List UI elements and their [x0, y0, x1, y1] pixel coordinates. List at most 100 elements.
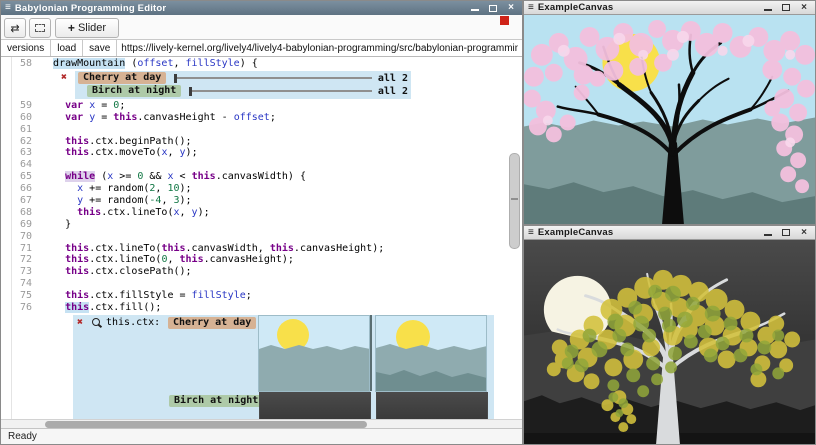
- code-line[interactable]: 61: [1, 124, 522, 136]
- code-line[interactable]: 74: [1, 278, 522, 290]
- maximize-icon[interactable]: [488, 3, 498, 13]
- editor-window-title: Babylonian Programming Editor: [15, 3, 166, 14]
- versions-button[interactable]: versions: [1, 40, 51, 56]
- code-block: 59 var x = 0;60 var y = this.canvasHeigh…: [1, 100, 522, 314]
- line-number: 71: [1, 243, 41, 255]
- minimize-icon[interactable]: [763, 3, 773, 13]
- slider-track: [192, 90, 372, 92]
- code-line[interactable]: 75 this.ctx.fillStyle = fillStyle;: [1, 290, 522, 302]
- code-line[interactable]: 66 x += random(2, 10);: [1, 183, 522, 195]
- probe-badge-cherry[interactable]: Cherry at day: [168, 317, 256, 329]
- minimize-icon[interactable]: [763, 228, 773, 238]
- example-slider-birch[interactable]: [189, 87, 372, 96]
- probe-canvas-night-2: [376, 392, 488, 419]
- probe-canvas-day-1: [258, 315, 370, 392]
- probe-canvas-night-1: [259, 392, 371, 419]
- add-slider-label: Slider: [78, 22, 106, 34]
- line-number: 68: [1, 207, 41, 219]
- horizontal-scrollbar-thumb[interactable]: [45, 421, 367, 428]
- line-number: 74: [1, 278, 41, 290]
- thumb-night-sky: [260, 393, 371, 419]
- thumb-mountain: [259, 345, 370, 392]
- example-canvas-window-day: ≡ ExampleCanvas ×: [523, 0, 816, 225]
- selection-button[interactable]: [29, 18, 51, 38]
- example-row-birch: Birch at night all 2: [78, 85, 408, 98]
- canvas-window-title: ExampleCanvas: [538, 227, 613, 238]
- code-line[interactable]: 60 var y = this.canvasHeight - offset;: [1, 112, 522, 124]
- code-line[interactable]: 63 this.ctx.moveTo(x, y);: [1, 147, 522, 159]
- line-number: 60: [1, 112, 41, 124]
- code-line[interactable]: 67 y += random(-4, 3);: [1, 195, 522, 207]
- code-line[interactable]: 73 this.ctx.closePath();: [1, 266, 522, 278]
- editor-window: ≡ Babylonian Programming Editor × ⇄ + Sl…: [0, 0, 523, 445]
- birch-night-canvas: [524, 240, 815, 444]
- load-button[interactable]: load: [51, 40, 83, 56]
- close-icon[interactable]: ×: [506, 3, 516, 13]
- selection-icon: [35, 24, 45, 32]
- canvas-titlebar[interactable]: ≡ ExampleCanvas ×: [524, 1, 815, 15]
- error-indicator-badge: [500, 16, 509, 25]
- code-block: 58 drawMountain (offset, fillStyle) {: [1, 58, 522, 70]
- code-editor[interactable]: 58 drawMountain (offset, fillStyle) { ✖ …: [1, 57, 522, 419]
- editor-titlebar[interactable]: ≡ Babylonian Programming Editor ×: [1, 1, 522, 15]
- remove-probe-icon[interactable]: ✖: [77, 317, 83, 328]
- maximize-icon[interactable]: [781, 228, 791, 238]
- code-line[interactable]: 58 drawMountain (offset, fillStyle) {: [1, 58, 522, 70]
- example-badge-birch[interactable]: Birch at night: [87, 85, 181, 97]
- line-number: 62: [1, 136, 41, 148]
- horizontal-scrollbar[interactable]: [1, 419, 522, 428]
- window-controls: ×: [470, 3, 522, 13]
- code-line[interactable]: 59 var x = 0;: [1, 100, 522, 112]
- probe-expression: this.ctx:: [106, 317, 160, 328]
- cherry-day-canvas: [524, 15, 815, 224]
- example-slider-cherry[interactable]: [174, 74, 372, 83]
- add-slider-button[interactable]: + Slider: [55, 18, 119, 38]
- probe-badge-birch[interactable]: Birch at night: [169, 395, 263, 407]
- canvas-titlebar[interactable]: ≡ ExampleCanvas ×: [524, 226, 815, 240]
- code-line[interactable]: 72 this.ctx.lineTo(0, this.canvasHeight)…: [1, 254, 522, 266]
- slider-track: [177, 77, 372, 79]
- hamburger-menu-icon[interactable]: ≡: [524, 1, 538, 15]
- code-line[interactable]: 70: [1, 231, 522, 243]
- code-line[interactable]: 68 this.ctx.lineTo(x, y);: [1, 207, 522, 219]
- status-bar: Ready: [1, 428, 522, 444]
- thumb-sun: [277, 319, 309, 351]
- code-line[interactable]: 64: [1, 159, 522, 171]
- remove-example-icon[interactable]: ✖: [61, 72, 67, 83]
- line-number: 67: [1, 195, 41, 207]
- example-badge-cherry[interactable]: Cherry at day: [78, 72, 166, 84]
- window-controls: ×: [763, 228, 815, 238]
- line-number: 66: [1, 183, 41, 195]
- line-number: 58: [1, 58, 41, 70]
- window-controls: ×: [763, 3, 815, 13]
- code-line[interactable]: 76 this.ctx.fill();: [1, 302, 522, 314]
- code-line[interactable]: 71 this.ctx.lineTo(this.canvasWidth, thi…: [1, 243, 522, 255]
- hamburger-menu-icon[interactable]: ≡: [1, 1, 15, 15]
- save-button[interactable]: save: [83, 40, 117, 56]
- maximize-icon[interactable]: [781, 3, 791, 13]
- line-number: 73: [1, 266, 41, 278]
- close-icon[interactable]: ×: [799, 3, 809, 13]
- line-number: 59: [1, 100, 41, 112]
- code-line[interactable]: 69 }: [1, 219, 522, 231]
- line-number: 70: [1, 231, 41, 243]
- line-number: 63: [1, 147, 41, 159]
- close-icon[interactable]: ×: [799, 228, 809, 238]
- line-number: 61: [1, 124, 41, 136]
- example-canvas-window-night: ≡ ExampleCanvas ×: [523, 225, 816, 445]
- line-number: 72: [1, 254, 41, 266]
- vertical-scrollbar-thumb[interactable]: [509, 153, 520, 249]
- code-line[interactable]: 65 while (x >= 0 && x < this.canvasWidth…: [1, 171, 522, 183]
- code-line[interactable]: 62 this.ctx.beginPath();: [1, 136, 522, 148]
- gutter-divider: [11, 57, 12, 419]
- line-number: 69: [1, 219, 41, 231]
- minimize-icon[interactable]: [470, 3, 480, 13]
- plus-icon: +: [68, 21, 75, 35]
- file-bar: versions load save: [1, 40, 522, 57]
- hamburger-menu-icon[interactable]: ≡: [524, 226, 538, 240]
- swap-button[interactable]: ⇄: [4, 18, 26, 38]
- line-number: 75: [1, 290, 41, 302]
- url-input[interactable]: [117, 40, 522, 56]
- probe-canvas-divider: [370, 315, 372, 391]
- line-number: 76: [1, 302, 41, 314]
